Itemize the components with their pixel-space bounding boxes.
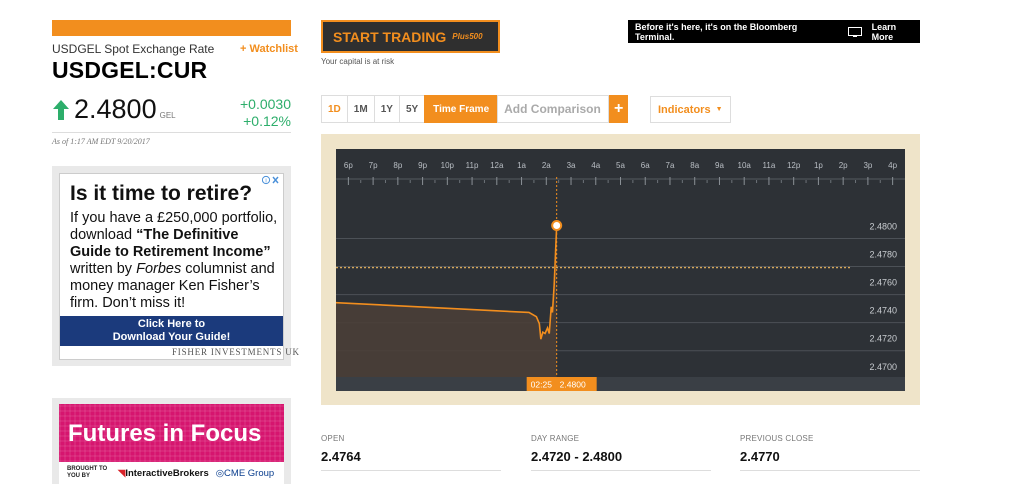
cme-group-logo: ◎CME Group [215, 467, 275, 479]
crosshair-value: 2.4800 [560, 380, 586, 390]
interactive-brokers-logo: ◥InteractiveBrokers [118, 467, 209, 479]
x-tick-label: 2p [839, 161, 848, 170]
x-tick-label: 9p [418, 161, 427, 170]
add-comparison-button[interactable]: + [609, 95, 629, 123]
svg-text:i: i [265, 179, 266, 185]
add-to-watchlist-link[interactable]: + Watchlist [240, 43, 298, 55]
terminal-icon [847, 27, 862, 37]
x-tick-label: 2a [542, 161, 551, 170]
indicators-label: Indicators [658, 103, 711, 116]
price-chart[interactable]: 6p 7p 8p 9p 10p 11p 12a 1a 2a 3a 4a 5a 6a 7a 8a 9a 10a 11… [336, 149, 905, 391]
stat-label: PREVIOUS CLOSE [740, 434, 814, 443]
bloomberg-terminal-banner[interactable]: Before it's here, it's on the Bloomberg … [628, 20, 920, 43]
crosshair-time: 02:25 [531, 380, 553, 390]
add-comparison-input[interactable] [497, 95, 610, 123]
x-tick-label: 6a [641, 161, 650, 170]
start-trading-button[interactable]: START TRADING Plus500 [321, 20, 500, 53]
stat-open: OPEN 2.4764 [321, 434, 501, 471]
up-arrow-icon [53, 99, 69, 120]
y-tick-label: 2.4780 [869, 250, 897, 260]
price-change-percent: +0.12% [243, 113, 291, 129]
ad-headline: Futures in Focus [68, 420, 262, 447]
y-tick-label: 2.4740 [869, 306, 897, 316]
x-tick-label: 11a [763, 161, 776, 170]
quote-timestamp: As of 1:17 AM EDT 9/20/2017 [52, 137, 150, 146]
ad-choices-icon[interactable]: i [262, 175, 280, 185]
learn-more-link[interactable]: Learn More [872, 22, 920, 42]
x-tick-label: 5a [616, 161, 625, 170]
ad-sponsor-strip: BROUGHT TO YOU BY ◥InteractiveBrokers ◎C… [59, 462, 284, 484]
x-tick-label: 4p [888, 161, 897, 170]
x-tick-label: 6p [344, 161, 353, 170]
y-tick-label: 2.4700 [869, 362, 897, 372]
stat-previous-close: PREVIOUS CLOSE 2.4770 [740, 434, 920, 471]
divider [740, 470, 920, 471]
quote-subtitle: USDGEL Spot Exchange Rate [52, 42, 215, 56]
plus500-logo: Plus500 [452, 32, 483, 41]
range-5y-button[interactable]: 5Y [398, 95, 425, 123]
ad-headline: Is it time to retire? [70, 182, 253, 205]
x-tick-label: 9a [715, 161, 724, 170]
chart-toolbar: 1D 1M 1Y 5Y Time Frame + [321, 95, 629, 123]
last-price: 2.4800 [74, 94, 157, 124]
y-tick-label: 2.4800 [869, 221, 897, 231]
x-tick-label: 10p [441, 161, 455, 170]
price-block: 2.4800 GEL [52, 94, 176, 125]
ad-brand: FISHER INVESTMENTS UK [172, 347, 300, 357]
stat-label: OPEN [321, 434, 345, 443]
divider [321, 470, 501, 471]
fisher-investments-ad[interactable]: i Is it time to retire? If you have a £2… [59, 173, 284, 360]
stat-day-range: DAY RANGE 2.4720 - 2.4800 [531, 434, 711, 471]
stat-value: 2.4770 [740, 449, 780, 464]
crosshair-point [551, 219, 563, 231]
x-tick-label: 4a [591, 161, 600, 170]
stat-value: 2.4720 - 2.4800 [531, 449, 623, 464]
price-change-absolute: +0.0030 [240, 96, 291, 112]
x-tick-label: 7p [369, 161, 378, 170]
x-tick-label: 10a [738, 161, 752, 170]
x-tick-label: 11p [466, 161, 479, 170]
time-frame-button[interactable]: Time Frame [424, 95, 498, 123]
range-1m-button[interactable]: 1M [346, 95, 374, 123]
ad-download-button[interactable]: Click Here to Download Your Guide! [60, 316, 283, 346]
x-tick-label: 8a [690, 161, 699, 170]
range-1d-button[interactable]: 1D [321, 95, 347, 123]
x-tick-label: 3p [863, 161, 872, 170]
ticker-symbol: USDGEL:CUR [52, 57, 208, 83]
x-tick-label: 12p [787, 161, 801, 170]
x-tick-label: 1p [814, 161, 823, 170]
divider [531, 470, 711, 471]
ad-brought-by: BROUGHT TO YOU BY [67, 466, 108, 479]
stat-value: 2.4764 [321, 449, 361, 464]
banner-text: Before it's here, it's on the Bloomberg … [635, 21, 798, 42]
x-axis-band [336, 377, 905, 391]
divider [52, 132, 291, 133]
range-1y-button[interactable]: 1Y [373, 95, 399, 123]
chevron-down-icon: ▼ [715, 106, 723, 113]
futures-in-focus-ad[interactable]: Futures in Focus BROUGHT TO YOU BY ◥Inte… [59, 404, 284, 484]
quote-header-bar [52, 20, 291, 36]
stat-label: DAY RANGE [531, 434, 580, 443]
x-tick-label: 7a [666, 161, 675, 170]
y-tick-label: 2.4760 [869, 278, 897, 288]
x-tick-label: 8p [393, 161, 402, 170]
x-tick-label: 1a [517, 161, 526, 170]
y-tick-label: 2.4720 [869, 334, 897, 344]
indicators-dropdown[interactable]: Indicators ▼ [650, 96, 731, 123]
x-tick-label: 12a [490, 161, 504, 170]
ad-body: If you have a £250,000 portfolio, downlo… [70, 210, 278, 311]
x-tick-label: 3a [567, 161, 576, 170]
start-trading-label: START TRADING [333, 28, 447, 45]
risk-disclaimer: Your capital is at risk [321, 57, 395, 66]
price-currency: GEL [159, 111, 176, 120]
